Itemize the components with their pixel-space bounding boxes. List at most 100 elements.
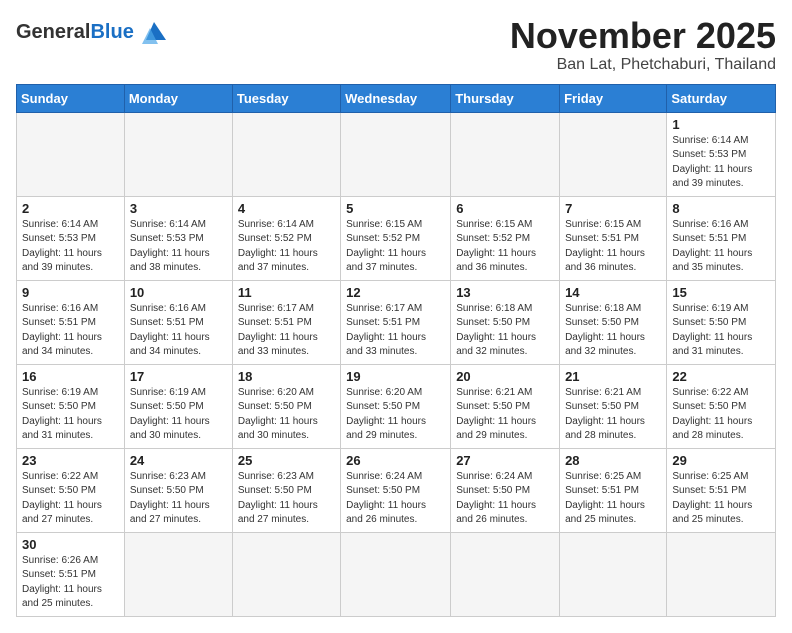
calendar-cell: 29Sunrise: 6:25 AM Sunset: 5:51 PM Dayli… <box>667 448 776 532</box>
calendar-cell <box>232 112 340 196</box>
day-number: 21 <box>565 369 661 384</box>
day-info: Sunrise: 6:15 AM Sunset: 5:52 PM Dayligh… <box>346 218 445 276</box>
calendar-cell: 25Sunrise: 6:23 AM Sunset: 5:50 PM Dayli… <box>232 448 340 532</box>
calendar-cell: 20 Sunrise: 6:21 AM Sunset: 5:50 PM Dayli… <box>451 364 560 448</box>
day-info: Sunrise: 6:15 AM Sunset: 5:52 PM Dayligh… <box>456 218 554 276</box>
day-info: Sunrise: 6:14 AM Sunset: 5:53 PM Dayligh… <box>672 134 770 192</box>
calendar-cell: 11 Sunrise: 6:17 AM Sunset: 5:51 PM Dayli… <box>232 280 340 364</box>
day-number: 15 <box>672 285 770 300</box>
calendar-cell: 21Sunrise: 6:21 AM Sunset: 5:50 PM Dayli… <box>560 364 667 448</box>
calendar-cell: 8 Sunrise: 6:16 AM Sunset: 5:51 PM Daylig… <box>667 196 776 280</box>
weekday-header-thursday: Thursday <box>451 84 560 112</box>
calendar-cell <box>17 112 125 196</box>
day-info: Sunrise: 6:14 AM Sunset: 5:52 PM Dayligh… <box>238 218 335 276</box>
calendar-cell: 22Sunrise: 6:22 AM Sunset: 5:50 PM Dayli… <box>667 364 776 448</box>
day-number: 2 <box>22 201 119 216</box>
calendar-cell: 6Sunrise: 6:15 AM Sunset: 5:52 PM Daylig… <box>451 196 560 280</box>
calendar-cell: 16Sunrise: 6:19 AM Sunset: 5:50 PM Dayli… <box>17 364 125 448</box>
calendar-cell: 24Sunrise: 6:23 AM Sunset: 5:50 PM Dayli… <box>124 448 232 532</box>
calendar-cell <box>667 532 776 616</box>
calendar-cell: 3 Sunrise: 6:14 AM Sunset: 5:53 PM Daylig… <box>124 196 232 280</box>
weekday-header-tuesday: Tuesday <box>232 84 340 112</box>
day-number: 3 <box>130 201 227 216</box>
calendar-cell: 18 Sunrise: 6:20 AM Sunset: 5:50 PM Dayli… <box>232 364 340 448</box>
calendar-cell: 10 Sunrise: 6:16 AM Sunset: 5:51 PM Dayli… <box>124 280 232 364</box>
weekday-header-sunday: Sunday <box>17 84 125 112</box>
calendar-cell: 5Sunrise: 6:15 AM Sunset: 5:52 PM Daylig… <box>341 196 451 280</box>
day-info: Sunrise: 6:17 AM Sunset: 5:51 PM Dayligh… <box>238 302 335 360</box>
title-area: November 2025 Ban Lat, Phetchaburi, Thai… <box>510 16 776 74</box>
logo-general-text: General <box>16 21 90 44</box>
calendar-cell <box>451 532 560 616</box>
calendar-cell: 30Sunrise: 6:26 AM Sunset: 5:51 PM Dayli… <box>17 532 125 616</box>
month-title: November 2025 <box>510 16 776 56</box>
weekday-header-saturday: Saturday <box>667 84 776 112</box>
logo-blue-text: Blue <box>90 21 133 44</box>
calendar-cell: 7Sunrise: 6:15 AM Sunset: 5:51 PM Daylig… <box>560 196 667 280</box>
calendar-cell: 2 Sunrise: 6:14 AM Sunset: 5:53 PM Daylig… <box>17 196 125 280</box>
day-info: Sunrise: 6:24 AM Sunset: 5:50 PM Dayligh… <box>346 470 445 528</box>
calendar-cell: 9 Sunrise: 6:16 AM Sunset: 5:51 PM Daylig… <box>17 280 125 364</box>
day-info: Sunrise: 6:24 AM Sunset: 5:50 PM Dayligh… <box>456 470 554 528</box>
day-number: 10 <box>130 285 227 300</box>
calendar-cell: 13Sunrise: 6:18 AM Sunset: 5:50 PM Dayli… <box>451 280 560 364</box>
day-number: 30 <box>22 537 119 552</box>
day-info: Sunrise: 6:20 AM Sunset: 5:50 PM Dayligh… <box>238 386 335 444</box>
day-number: 11 <box>238 285 335 300</box>
day-info: Sunrise: 6:25 AM Sunset: 5:51 PM Dayligh… <box>672 470 770 528</box>
weekday-header-wednesday: Wednesday <box>341 84 451 112</box>
calendar-week-row: 30Sunrise: 6:26 AM Sunset: 5:51 PM Dayli… <box>17 532 776 616</box>
calendar-cell: 1 Sunrise: 6:14 AM Sunset: 5:53 PM Daylig… <box>667 112 776 196</box>
calendar-cell: 27 Sunrise: 6:24 AM Sunset: 5:50 PM Dayli… <box>451 448 560 532</box>
weekday-header-monday: Monday <box>124 84 232 112</box>
day-info: Sunrise: 6:23 AM Sunset: 5:50 PM Dayligh… <box>238 470 335 528</box>
calendar-cell: 28Sunrise: 6:25 AM Sunset: 5:51 PM Dayli… <box>560 448 667 532</box>
day-info: Sunrise: 6:14 AM Sunset: 5:53 PM Dayligh… <box>22 218 119 276</box>
day-number: 17 <box>130 369 227 384</box>
day-number: 20 <box>456 369 554 384</box>
calendar-week-row: 1 Sunrise: 6:14 AM Sunset: 5:53 PM Daylig… <box>17 112 776 196</box>
day-number: 28 <box>565 453 661 468</box>
day-number: 27 <box>456 453 554 468</box>
calendar-cell: 26 Sunrise: 6:24 AM Sunset: 5:50 PM Dayli… <box>341 448 451 532</box>
day-info: Sunrise: 6:19 AM Sunset: 5:50 PM Dayligh… <box>672 302 770 360</box>
calendar-cell: 15 Sunrise: 6:19 AM Sunset: 5:50 PM Dayli… <box>667 280 776 364</box>
day-info: Sunrise: 6:16 AM Sunset: 5:51 PM Dayligh… <box>130 302 227 360</box>
calendar-cell <box>560 112 667 196</box>
day-number: 4 <box>238 201 335 216</box>
weekday-header-friday: Friday <box>560 84 667 112</box>
day-number: 26 <box>346 453 445 468</box>
weekday-header-row: SundayMondayTuesdayWednesdayThursdayFrid… <box>17 84 776 112</box>
day-number: 14 <box>565 285 661 300</box>
day-number: 24 <box>130 453 227 468</box>
day-number: 1 <box>672 117 770 132</box>
day-info: Sunrise: 6:16 AM Sunset: 5:51 PM Dayligh… <box>22 302 119 360</box>
day-info: Sunrise: 6:15 AM Sunset: 5:51 PM Dayligh… <box>565 218 661 276</box>
day-info: Sunrise: 6:21 AM Sunset: 5:50 PM Dayligh… <box>456 386 554 444</box>
calendar-cell <box>232 532 340 616</box>
calendar-cell <box>124 112 232 196</box>
day-info: Sunrise: 6:14 AM Sunset: 5:53 PM Dayligh… <box>130 218 227 276</box>
day-number: 19 <box>346 369 445 384</box>
page-header: General Blue November 2025 Ban Lat, Phet… <box>16 16 776 74</box>
calendar-week-row: 9 Sunrise: 6:16 AM Sunset: 5:51 PM Daylig… <box>17 280 776 364</box>
day-number: 18 <box>238 369 335 384</box>
logo-area: General Blue <box>16 16 170 48</box>
day-number: 8 <box>672 201 770 216</box>
day-number: 12 <box>346 285 445 300</box>
day-number: 23 <box>22 453 119 468</box>
day-info: Sunrise: 6:20 AM Sunset: 5:50 PM Dayligh… <box>346 386 445 444</box>
day-number: 22 <box>672 369 770 384</box>
day-info: Sunrise: 6:18 AM Sunset: 5:50 PM Dayligh… <box>565 302 661 360</box>
day-number: 13 <box>456 285 554 300</box>
calendar-cell <box>341 112 451 196</box>
calendar-cell: 14 Sunrise: 6:18 AM Sunset: 5:50 PM Dayli… <box>560 280 667 364</box>
day-number: 16 <box>22 369 119 384</box>
calendar-week-row: 2 Sunrise: 6:14 AM Sunset: 5:53 PM Daylig… <box>17 196 776 280</box>
day-info: Sunrise: 6:16 AM Sunset: 5:51 PM Dayligh… <box>672 218 770 276</box>
day-number: 9 <box>22 285 119 300</box>
calendar-cell: 12Sunrise: 6:17 AM Sunset: 5:51 PM Dayli… <box>341 280 451 364</box>
calendar-cell: 19 Sunrise: 6:20 AM Sunset: 5:50 PM Dayli… <box>341 364 451 448</box>
logo-icon <box>138 16 170 48</box>
calendar-cell: 4 Sunrise: 6:14 AM Sunset: 5:52 PM Daylig… <box>232 196 340 280</box>
